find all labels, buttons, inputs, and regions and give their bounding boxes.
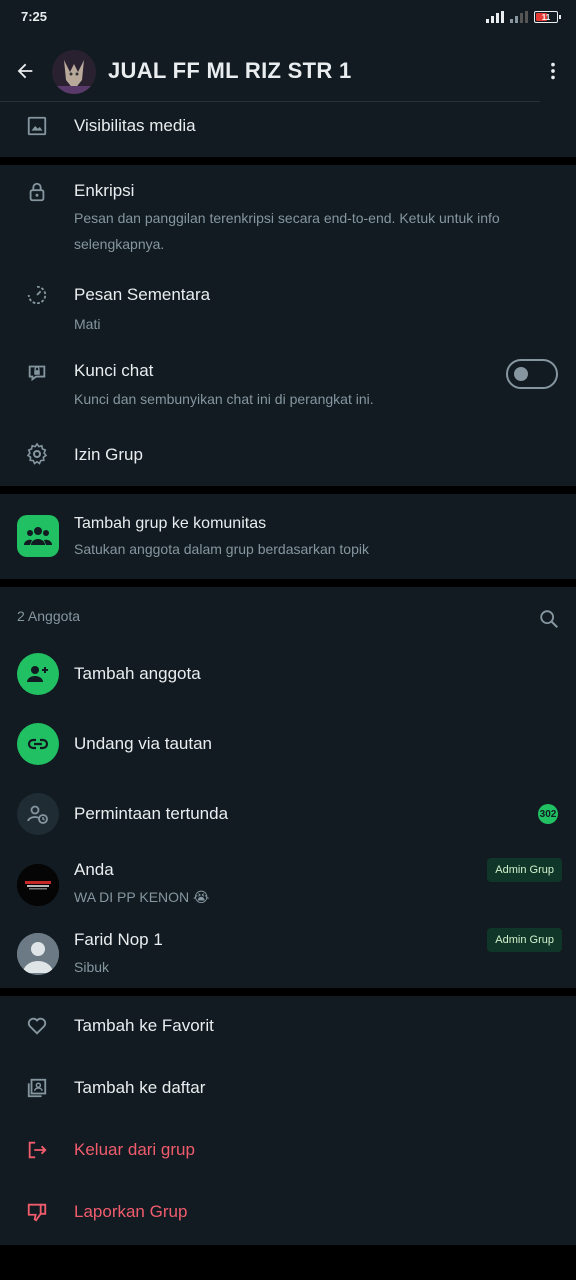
group-permissions-row[interactable]: Izin Grup xyxy=(0,427,576,482)
add-favorite-label: Tambah ke Favorit xyxy=(74,1016,214,1035)
encryption-subtitle: Pesan dan panggilan terenkripsi secara e… xyxy=(74,210,500,252)
invite-link-label: Undang via tautan xyxy=(74,734,212,753)
status-bar: 7:25 11 xyxy=(0,0,576,34)
image-icon xyxy=(24,113,50,139)
community-subtitle: Satukan anggota dalam grup berdasarkan t… xyxy=(74,541,369,557)
members-search-button[interactable] xyxy=(536,606,562,632)
community-icon xyxy=(17,515,59,557)
encryption-title: Enkripsi xyxy=(74,181,135,200)
more-options-button[interactable] xyxy=(538,56,568,86)
toggle-knob xyxy=(514,367,528,381)
pending-requests-label: Permintaan tertunda xyxy=(74,804,229,823)
disappearing-subtitle: Mati xyxy=(74,316,101,332)
thumbs-down-icon xyxy=(24,1199,50,1225)
chat-lock-toggle[interactable] xyxy=(506,359,558,389)
chat-lock-icon xyxy=(24,359,50,385)
exit-group-label: Keluar dari grup xyxy=(74,1140,195,1159)
add-to-list-row[interactable]: Tambah ke daftar xyxy=(0,1058,576,1120)
signal-icon xyxy=(486,11,504,23)
member-status: WA DI PP KENON 😭 xyxy=(74,889,210,905)
member-name: Anda xyxy=(74,860,114,879)
group-actions-section: Tambah ke Favorit Tambah ke daftar Kelua… xyxy=(0,996,576,1245)
settings-section: Enkripsi Pesan dan panggilan terenkripsi… xyxy=(0,165,576,486)
member-row[interactable]: Farid Nop 1 Sibuk Admin Grup xyxy=(0,920,576,988)
admin-badge: Admin Grup xyxy=(487,928,562,952)
add-to-list-label: Tambah ke daftar xyxy=(74,1078,206,1097)
member-avatar xyxy=(17,933,59,975)
add-person-icon xyxy=(17,653,59,695)
status-time: 7:25 xyxy=(21,9,48,24)
media-section: Visibilitas media xyxy=(0,102,576,157)
group-avatar[interactable] xyxy=(52,50,96,94)
member-avatar xyxy=(17,864,59,906)
group-permissions-title: Izin Grup xyxy=(74,445,143,464)
invite-link-row[interactable]: Undang via tautan xyxy=(0,710,576,778)
member-row[interactable]: Anda WA DI PP KENON 😭 Admin Grup xyxy=(0,850,576,918)
pending-count-badge: 302 xyxy=(538,804,558,824)
battery-icon: 11 xyxy=(534,11,561,23)
add-to-community-row[interactable]: Tambah grup ke komunitas Satukan anggota… xyxy=(0,494,576,579)
chat-lock-title: Kunci chat xyxy=(74,361,154,380)
media-visibility-label: Visibilitas media xyxy=(74,116,196,135)
heart-icon xyxy=(24,1013,50,1039)
encryption-row[interactable]: Enkripsi Pesan dan panggilan terenkripsi… xyxy=(0,165,576,265)
report-group-label: Laporkan Grup xyxy=(74,1202,188,1221)
member-name: Farid Nop 1 xyxy=(74,930,163,949)
signal-weak-icon xyxy=(510,11,528,23)
add-member-row[interactable]: Tambah anggota xyxy=(0,640,576,708)
report-group-row[interactable]: Laporkan Grup xyxy=(0,1182,576,1244)
back-button[interactable] xyxy=(10,56,40,86)
exit-group-row[interactable]: Keluar dari grup xyxy=(0,1120,576,1182)
arrow-back-icon xyxy=(17,63,33,79)
app-header: JUAL FF ML RIZ STR 1 xyxy=(0,34,576,102)
members-count: 2 Anggota xyxy=(17,608,81,624)
community-title: Tambah grup ke komunitas xyxy=(74,515,267,532)
search-icon xyxy=(540,610,558,628)
pending-requests-row[interactable]: Permintaan tertunda 302 xyxy=(0,780,576,848)
community-section: Tambah grup ke komunitas Satukan anggota… xyxy=(0,494,576,579)
link-icon xyxy=(17,723,59,765)
chat-lock-subtitle: Kunci dan sembunyikan chat ini di perang… xyxy=(74,391,374,407)
status-icons: 11 xyxy=(486,9,561,25)
timer-icon xyxy=(24,282,50,308)
more-vertical-icon xyxy=(551,62,555,80)
disappearing-title: Pesan Sementara xyxy=(74,285,211,304)
group-avatar-image xyxy=(52,50,96,94)
admin-badge: Admin Grup xyxy=(487,858,562,882)
media-visibility-row[interactable]: Visibilitas media xyxy=(0,102,576,157)
exit-icon xyxy=(24,1137,50,1163)
add-favorite-row[interactable]: Tambah ke Favorit xyxy=(0,996,576,1058)
group-title[interactable]: JUAL FF ML RIZ STR 1 xyxy=(108,58,352,84)
add-member-label: Tambah anggota xyxy=(74,664,201,683)
member-status: Sibuk xyxy=(74,959,110,975)
lock-icon xyxy=(24,179,50,205)
chat-lock-row[interactable]: Kunci chat Kunci dan sembunyikan chat in… xyxy=(0,345,576,417)
gear-icon xyxy=(24,441,50,467)
battery-level: 11 xyxy=(541,12,551,22)
disappearing-messages-row[interactable]: Pesan Sementara Mati xyxy=(0,269,576,339)
pending-person-icon xyxy=(17,793,59,835)
list-icon xyxy=(24,1075,50,1101)
